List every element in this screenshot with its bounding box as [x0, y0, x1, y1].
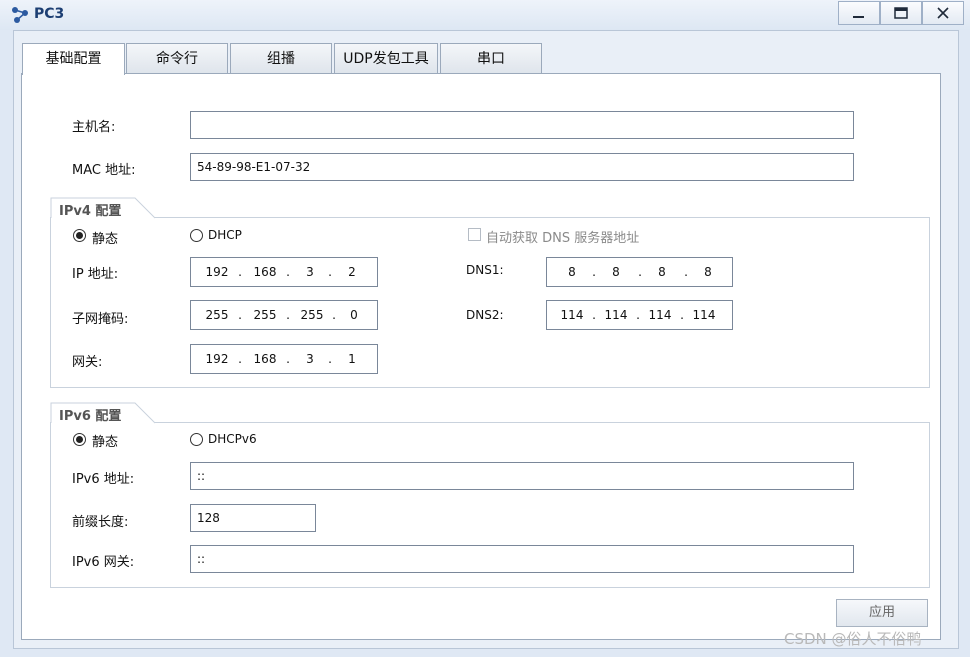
ipv6-dhcp-radio[interactable] [190, 433, 203, 446]
dns1-label: DNS1: [466, 263, 504, 277]
tab-basic-config[interactable]: 基础配置 [22, 43, 125, 75]
dns1-input[interactable]: 8 . 8 . 8 . 8 [546, 257, 733, 287]
ip-octet: 114 [648, 308, 672, 322]
ip-octet: 255 [205, 308, 229, 322]
ip-octet: 3 [306, 352, 314, 366]
ip-octet: 1 [348, 352, 356, 366]
ip-dot: . [328, 265, 332, 279]
ip-dot: . [238, 265, 242, 279]
ip-dot: . [286, 265, 290, 279]
ip-dot: . [636, 308, 640, 322]
ip-dot: . [332, 308, 336, 322]
ip-octet: 3 [306, 265, 314, 279]
ipv4-group-title: IPv4 配置 [57, 200, 124, 219]
subnet-mask-input[interactable]: 255 . 255 . 255 . 0 [190, 300, 378, 330]
ipv4-dhcp-radio[interactable] [190, 229, 203, 242]
ip-octet: 192 [205, 352, 229, 366]
close-button[interactable] [922, 1, 964, 25]
gateway-label: 网关: [72, 355, 103, 370]
ip-octet: 114 [692, 308, 716, 322]
ipv4-static-radio[interactable] [73, 229, 86, 242]
auto-dns-checkbox[interactable] [468, 228, 481, 241]
prefix-length-input[interactable]: 128 [190, 504, 316, 532]
ipv6-gateway-input[interactable]: :: [190, 545, 854, 573]
ipv6-static-label: 静态 [92, 435, 119, 450]
dns2-input[interactable]: 114 . 114 . 114 . 114 [546, 300, 733, 330]
ip-octet: 8 [568, 265, 576, 279]
ip-octet: 8 [704, 265, 712, 279]
prefix-length-label: 前缀长度: [72, 515, 129, 530]
apply-button[interactable]: 应用 [836, 599, 928, 627]
ipv6-dhcp-label: DHCPv6 [208, 432, 257, 446]
ip-dot: . [592, 265, 596, 279]
gateway-input[interactable]: 192 . 168 . 3 . 1 [190, 344, 378, 374]
ip-octet: 0 [350, 308, 358, 322]
ipv4-static-label: 静态 [92, 232, 119, 247]
ip-dot: . [680, 308, 684, 322]
ipv4-dhcp-label: DHCP [208, 228, 242, 242]
ip-octet: 255 [253, 308, 277, 322]
minimize-button[interactable] [838, 1, 880, 25]
ip-octet: 114 [604, 308, 628, 322]
tab-udp-tool[interactable]: UDP发包工具 [334, 43, 438, 73]
ip-address-input[interactable]: 192 . 168 . 3 . 2 [190, 257, 378, 287]
mac-label: MAC 地址: [72, 163, 136, 178]
ipv6-group-title: IPv6 配置 [57, 405, 124, 424]
ipv6-static-radio[interactable] [73, 433, 86, 446]
ip-octet: 114 [560, 308, 584, 322]
ip-octet: 192 [205, 265, 229, 279]
ip-dot: . [638, 265, 642, 279]
ip-dot: . [328, 352, 332, 366]
ipv6-address-label: IPv6 地址: [72, 472, 135, 487]
title-bar: PC3 [0, 0, 970, 30]
ip-dot: . [286, 308, 290, 322]
ip-octet: 255 [300, 308, 324, 322]
dns2-label: DNS2: [466, 308, 504, 322]
ip-dot: . [238, 308, 242, 322]
ip-dot: . [592, 308, 596, 322]
subnet-mask-label: 子网掩码: [72, 312, 129, 327]
network-icon [12, 7, 28, 23]
maximize-button[interactable] [880, 1, 922, 25]
watermark: CSDN @俗人不俗鸭 [784, 630, 922, 648]
ipv6-gateway-label: IPv6 网关: [72, 555, 135, 570]
ip-octet: 2 [348, 265, 356, 279]
window-title: PC3 [34, 6, 65, 22]
ip-dot: . [238, 352, 242, 366]
close-icon [937, 7, 949, 19]
hostname-label: 主机名: [72, 120, 116, 135]
ip-octet: 168 [253, 352, 277, 366]
hostname-input[interactable] [190, 111, 854, 139]
ip-octet: 168 [253, 265, 277, 279]
ip-address-label: IP 地址: [72, 267, 119, 282]
ipv6-address-input[interactable]: :: [190, 462, 854, 490]
tab-serial-port[interactable]: 串口 [440, 43, 542, 73]
ip-octet: 8 [612, 265, 620, 279]
mac-address-input[interactable]: 54-89-98-E1-07-32 [190, 153, 854, 181]
ip-octet: 8 [658, 265, 666, 279]
maximize-icon [894, 7, 908, 19]
auto-dns-label: 自动获取 DNS 服务器地址 [486, 231, 640, 246]
ip-dot: . [286, 352, 290, 366]
tab-multicast[interactable]: 组播 [230, 43, 332, 73]
tab-command-line[interactable]: 命令行 [126, 43, 228, 73]
ip-dot: . [684, 265, 688, 279]
minimize-icon [853, 16, 864, 18]
